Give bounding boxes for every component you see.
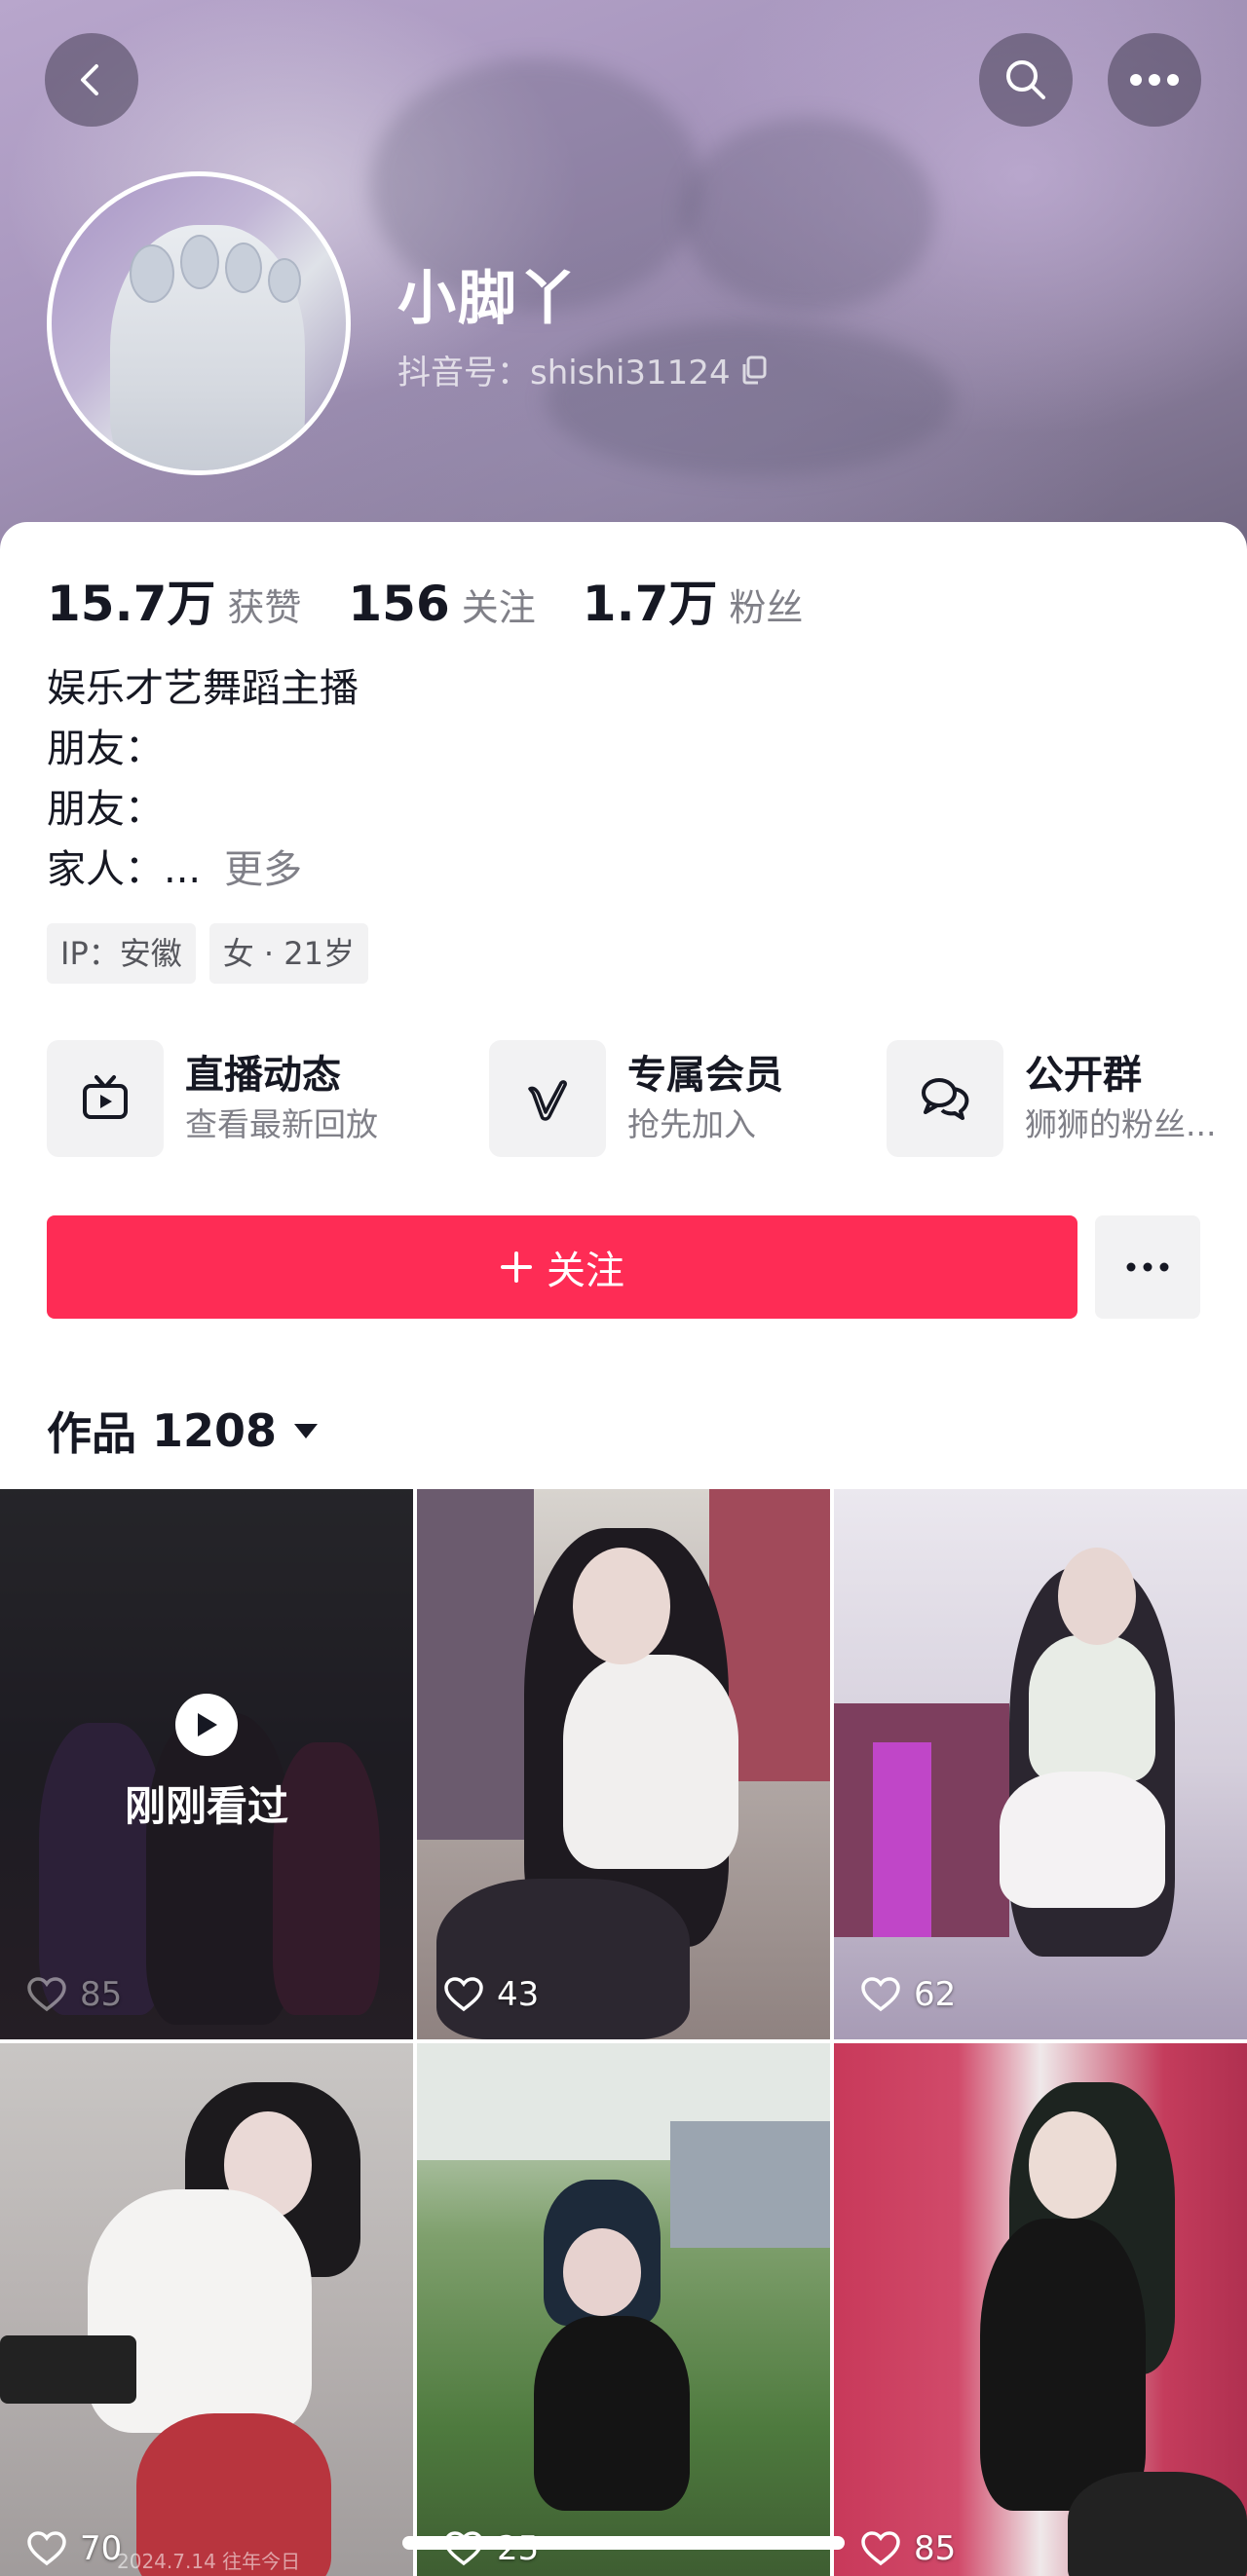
home-indicator[interactable] — [402, 2536, 845, 2550]
douyin-id[interactable]: 抖音号：shishi31124 — [397, 346, 768, 393]
stat-value: 1.7万 — [582, 576, 718, 632]
more-options-button[interactable] — [1108, 33, 1201, 127]
feature-subtitle: 狮狮的粉丝... — [1025, 1105, 1217, 1143]
back-button[interactable] — [45, 33, 138, 127]
bio-more-link[interactable]: 更多 — [224, 847, 302, 892]
like-count-value: 70 — [80, 2529, 123, 2568]
feature-live-updates[interactable]: 直播动态 查看最新回放 — [47, 1038, 378, 1159]
recently-watched-text: 刚刚看过 — [124, 1782, 288, 1830]
bio-line: 朋友： — [47, 727, 164, 771]
stat-value: 156 — [348, 576, 450, 632]
caret-down-icon — [294, 1424, 319, 1438]
bio-line: 朋友： — [47, 787, 164, 832]
feature-membership[interactable]: 专属会员 抢先加入 — [489, 1038, 783, 1159]
stat-label: 获赞 — [227, 586, 302, 629]
heart-icon — [444, 1977, 483, 2012]
feature-title: 专属会员 — [627, 1053, 783, 1098]
feature-title: 公开群 — [1025, 1053, 1142, 1098]
heart-icon — [861, 1977, 900, 2012]
profile-bio[interactable]: 娱乐才艺舞蹈主播 朋友： 朋友： 家人：... 更多 — [47, 658, 359, 900]
like-count-value: 85 — [914, 2529, 957, 2568]
profile-tags: IP：安徽 女 · 21岁 — [47, 923, 368, 984]
video-thumbnail[interactable]: 85 — [834, 2043, 1247, 2576]
bio-line: 娱乐才艺舞蹈主播 — [47, 666, 359, 711]
video-thumbnail[interactable]: 70 — [0, 2043, 413, 2576]
like-count: 70 — [27, 2529, 122, 2568]
search-icon — [1006, 60, 1045, 99]
like-count: 85 — [861, 2529, 956, 2568]
like-count-value: 62 — [914, 1975, 957, 2014]
stat-label: 关注 — [461, 586, 536, 629]
follow-button[interactable]: 关注 — [47, 1215, 1077, 1319]
more-actions-button[interactable] — [1095, 1215, 1200, 1319]
follow-label: 关注 — [547, 1249, 624, 1293]
profile-username: 小脚丫 — [397, 265, 579, 333]
like-count: 85 — [27, 1975, 122, 2014]
v-badge-icon — [489, 1040, 606, 1157]
more-dots-icon — [1130, 74, 1179, 86]
feature-public-group[interactable]: 公开群 狮狮的粉丝... — [887, 1038, 1216, 1159]
stats-row: 15.7万 获赞 156 关注 1.7万 粉丝 — [47, 565, 850, 635]
stat-likes[interactable]: 15.7万 获赞 — [47, 565, 301, 635]
search-button[interactable] — [979, 33, 1073, 127]
like-count-value: 43 — [497, 1975, 540, 2014]
feature-title: 直播动态 — [185, 1053, 341, 1098]
profile-banner: 小脚丫 抖音号：shishi31124 — [0, 0, 1247, 565]
like-count-value: 85 — [80, 1975, 123, 2014]
more-dots-icon — [1126, 1262, 1169, 1272]
recently-watched-badge: 刚刚看过 — [0, 1694, 413, 1833]
bio-line: 家人：... — [47, 847, 202, 892]
works-count: 1208 — [152, 1404, 278, 1457]
play-icon — [175, 1694, 238, 1756]
heart-icon — [27, 2531, 66, 2566]
chat-icon — [887, 1040, 1003, 1157]
ip-location-tag: IP：安徽 — [47, 923, 196, 984]
feature-subtitle: 抢先加入 — [627, 1105, 756, 1143]
video-thumbnail[interactable]: 62 — [834, 1489, 1247, 2039]
heart-icon — [861, 2531, 900, 2566]
heart-icon — [27, 1977, 66, 2012]
video-thumbnail[interactable]: 刚刚看过 85 — [0, 1489, 413, 2039]
plus-icon — [501, 1251, 532, 1283]
tv-icon — [47, 1040, 164, 1157]
copy-icon[interactable] — [740, 355, 768, 385]
feature-entries: 直播动态 查看最新回放 专属会员 抢先加入 公开群 狮狮的粉丝... — [47, 1038, 1247, 1159]
chevron-left-icon — [81, 64, 98, 95]
stat-value: 15.7万 — [47, 576, 216, 632]
works-tab[interactable]: 作品 1208 — [47, 1399, 320, 1463]
stat-label: 粉丝 — [729, 586, 804, 629]
gender-age-tag: 女 · 21岁 — [208, 923, 368, 984]
video-thumbnail[interactable]: 43 — [417, 1489, 830, 2039]
stat-followers[interactable]: 1.7万 粉丝 — [583, 565, 804, 635]
avatar[interactable] — [47, 171, 351, 475]
like-count: 62 — [861, 1975, 956, 2014]
video-grid: 刚刚看过 85 43 62 70 85 — [0, 1489, 1247, 2576]
stat-following[interactable]: 156 关注 — [348, 576, 535, 632]
douyin-id-text: 抖音号：shishi31124 — [397, 354, 731, 392]
works-label: 作品 — [47, 1407, 136, 1460]
like-count: 43 — [444, 1975, 539, 2014]
profile-card: 15.7万 获赞 156 关注 1.7万 粉丝 娱乐才艺舞蹈主播 朋友： 朋友：… — [0, 522, 1247, 1489]
feature-subtitle: 查看最新回放 — [185, 1105, 378, 1143]
memory-date-stamp: 2024.7.14 往年今日 — [117, 2550, 301, 2573]
video-thumbnail[interactable]: 25 — [417, 2043, 830, 2576]
bio-line-last: 家人：... 更多 — [47, 840, 359, 900]
